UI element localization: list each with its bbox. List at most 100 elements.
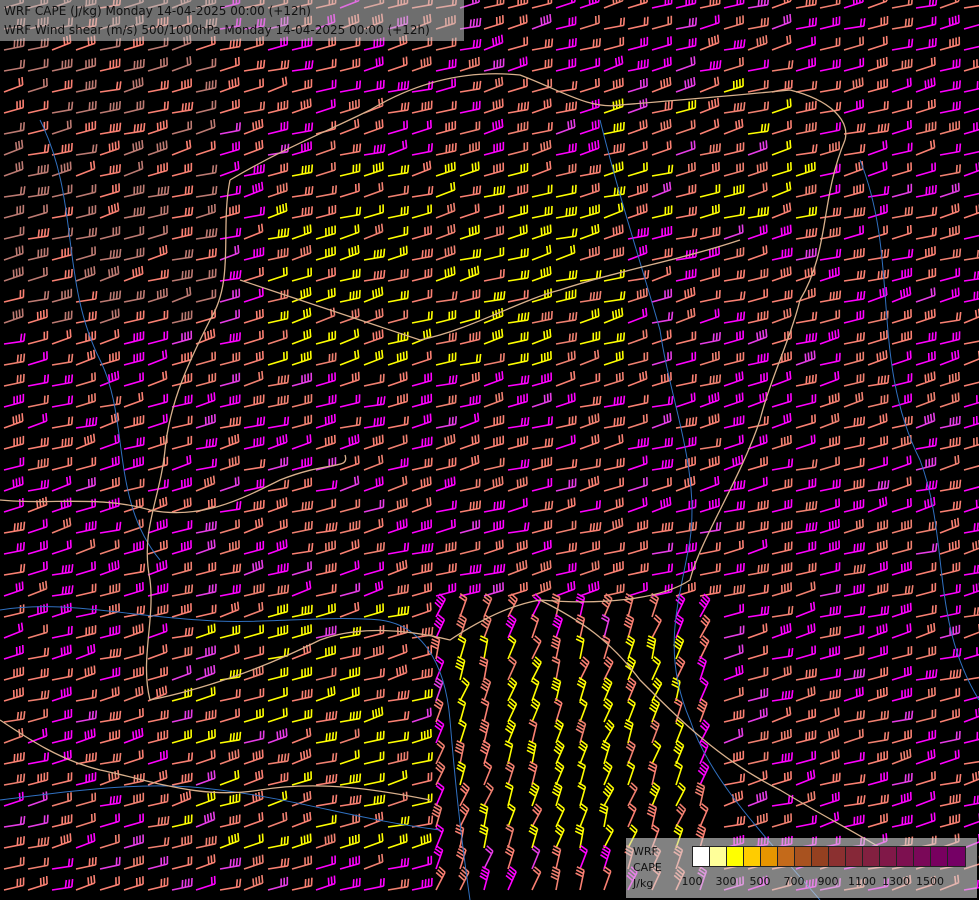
wind-barb (939, 479, 962, 492)
wind-barb (915, 162, 936, 177)
wind-barb (387, 518, 408, 534)
wind-barb (147, 245, 168, 261)
wind-barb (219, 288, 241, 303)
wind-barb (867, 0, 888, 9)
wind-barb (843, 183, 865, 198)
wind-barb (219, 56, 240, 72)
wind-barb (963, 381, 979, 387)
wind-barb (171, 835, 193, 849)
wind-barb (553, 740, 565, 765)
wind-barb (627, 394, 649, 408)
wind-barb (723, 118, 744, 135)
wind-barb (867, 350, 888, 366)
wind-barb (291, 414, 313, 429)
wind-barb (195, 665, 216, 681)
wind-barb (531, 122, 553, 135)
wind-barb (531, 224, 552, 240)
wind-barb (75, 160, 96, 177)
wind-barb (505, 614, 517, 639)
wind-barb (291, 206, 313, 219)
wind-barb (243, 436, 265, 450)
wind-barb (411, 855, 433, 870)
legend-swatch (914, 847, 931, 866)
wind-barb (579, 164, 602, 177)
wind-barb (27, 394, 49, 408)
wind-barb (819, 727, 840, 744)
wind-barb (51, 602, 72, 618)
wind-barb (649, 592, 660, 618)
legend-tick-label: 700 (783, 875, 805, 888)
wind-barb (123, 58, 145, 72)
wind-barb (723, 247, 745, 261)
wind-barb (243, 416, 266, 429)
wind-barb (483, 204, 505, 219)
wind-barb (267, 310, 289, 324)
wind-barb (315, 773, 338, 786)
wind-barb (51, 416, 74, 429)
wind-barb (819, 266, 840, 282)
wind-barb (27, 437, 49, 450)
wind-barb (479, 739, 491, 765)
wind-barb (795, 750, 817, 765)
wind-barb (699, 614, 711, 639)
wind-barb (27, 290, 50, 303)
wind-barb (291, 833, 312, 849)
wind-barb (459, 564, 482, 576)
wind-barb (723, 454, 744, 471)
wind-barb (483, 291, 506, 303)
wind-barb (651, 496, 672, 513)
wind-barb (291, 604, 313, 618)
wind-barb (507, 417, 530, 429)
wind-barb (867, 623, 888, 639)
wind-barb (434, 719, 445, 744)
wind-barb (75, 538, 96, 555)
wind-barb (891, 267, 913, 282)
wind-barb (435, 181, 456, 198)
wind-barb (579, 500, 601, 513)
wind-barb (747, 352, 769, 366)
wind-barb (411, 582, 432, 597)
wind-barb (747, 751, 769, 765)
wind-barb (51, 475, 72, 492)
wind-barb (795, 57, 816, 72)
wind-barb (315, 267, 336, 282)
wind-barb (555, 370, 576, 387)
wind-barb (723, 815, 746, 828)
wind-barb (555, 244, 576, 261)
wind-barb (603, 719, 615, 744)
wind-barb (75, 57, 97, 72)
wind-barb (531, 845, 541, 870)
wind-barb (387, 371, 408, 387)
wind-barb (771, 289, 793, 303)
wind-barb (575, 866, 585, 891)
wind-barb (723, 434, 744, 450)
wind-barb (387, 605, 410, 618)
wind-barb (363, 373, 385, 387)
wind-barb (483, 185, 506, 198)
wind-barb (915, 790, 936, 807)
wind-barb (723, 352, 745, 366)
wind-barb (651, 288, 673, 303)
legend-color-scale (692, 846, 966, 867)
wind-barb (459, 500, 482, 513)
wind-barb (27, 667, 49, 681)
wind-barb (531, 437, 554, 450)
wind-barb (3, 836, 25, 849)
wind-barb (675, 521, 698, 534)
wind-barb (99, 329, 120, 345)
wind-barb (75, 643, 96, 660)
title-cape: WRF CAPE (J/kg) Monday 14-04-2025 00:00 … (4, 4, 311, 18)
wind-barb (915, 37, 937, 51)
wind-barb (147, 225, 168, 240)
wind-barb (456, 761, 467, 786)
wind-barb (3, 581, 24, 597)
wind-barb (819, 58, 841, 72)
wind-barb (483, 845, 494, 870)
wind-barb (603, 517, 624, 534)
wind-barb (507, 36, 529, 51)
wind-barb (699, 803, 709, 828)
legend-label-unit: J/kg (633, 877, 654, 890)
wind-barb (555, 542, 578, 555)
wind-barb (291, 500, 314, 513)
wind-barb (339, 749, 360, 765)
